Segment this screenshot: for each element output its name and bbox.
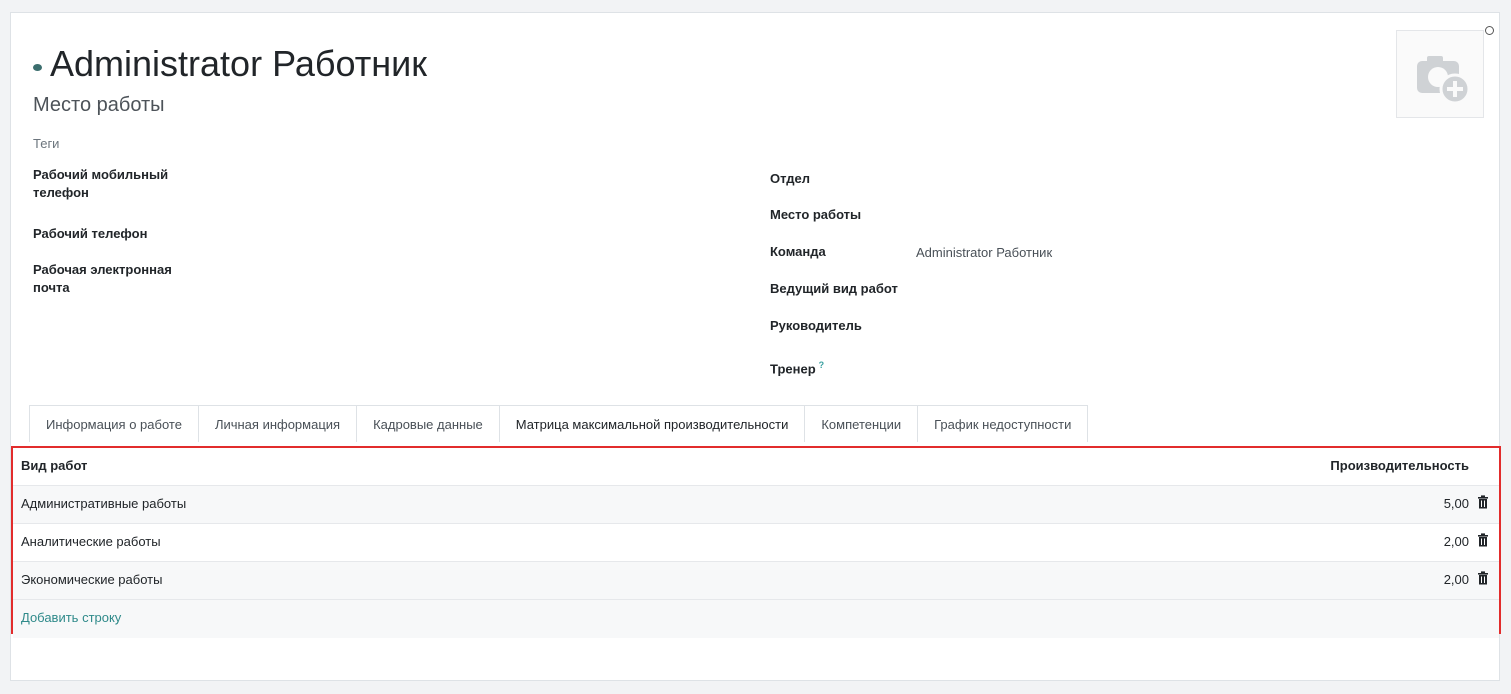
productivity-matrix-table: Вид работ Производительность Администрат… [11,446,1501,638]
productivity-cell[interactable]: 2,00 [1444,572,1469,587]
tab-hr-settings[interactable]: Кадровые данные [356,405,500,442]
trash-icon[interactable] [1477,533,1489,547]
tab-skills[interactable]: Компетенции [804,405,919,442]
lead-work-type-label: Ведущий вид работ [770,281,898,296]
team-value[interactable]: Administrator Работник [916,244,1052,262]
column-header-work-type[interactable]: Вид работ [21,458,87,473]
work-email-label-line2: почта [33,280,70,295]
work-mobile-label: Рабочий мобильный телефон [33,166,168,202]
department-label: Отдел [770,171,811,186]
tab-private-information[interactable]: Личная информация [197,405,358,442]
work-type-cell[interactable]: Экономические работы [21,572,162,587]
tab-unavailability-schedule[interactable]: График недоступности [917,405,1089,442]
employee-form-sheet: Administrator Работник Место работы Теги… [10,12,1501,681]
work-mobile-label-line1: Рабочий мобильный [33,167,169,182]
avatar-upload[interactable] [1396,30,1484,118]
title-row: Administrator Работник [33,43,427,85]
coach-label-text: Тренер [770,361,816,377]
coach-label: Тренер? [770,356,824,378]
productivity-cell[interactable]: 2,00 [1444,534,1469,549]
work-email-label: Рабочая электронная почта [33,261,172,297]
table-row[interactable]: Экономические работы 2,00 [13,562,1499,600]
tab-work-information[interactable]: Информация о работе [29,405,199,442]
help-tooltip-icon[interactable]: ? [819,360,825,370]
work-mobile-label-line2: телефон [33,185,89,200]
work-type-cell[interactable]: Административные работы [21,496,186,511]
add-line-row: Добавить строку [13,600,1499,638]
trash-icon[interactable] [1477,571,1489,585]
column-header-productivity[interactable]: Производительность [1330,458,1469,473]
work-email-label-line1: Рабочая электронная [33,262,172,277]
table-row[interactable]: Аналитические работы 2,00 [13,524,1499,562]
team-label: Команда [770,244,826,259]
status-dot-icon[interactable] [33,63,42,71]
presence-status-icon [1485,26,1494,35]
tags-input[interactable]: Теги [33,136,59,151]
notebook-tabs: Информация о работе Личная информация Ка… [29,405,1089,442]
tab-productivity-matrix[interactable]: Матрица максимальной производительности [498,405,806,442]
work-location-label: Место работы [770,207,862,222]
table-header-row: Вид работ Производительность [13,448,1499,486]
employee-name[interactable]: Administrator Работник [50,43,427,85]
add-line-link[interactable]: Добавить строку [21,610,121,625]
table-row[interactable]: Административные работы 5,00 [13,486,1499,524]
manager-label: Руководитель [770,318,862,333]
work-phone-label: Рабочий телефон [33,226,148,241]
productivity-cell[interactable]: 5,00 [1444,496,1469,511]
work-type-cell[interactable]: Аналитические работы [21,534,161,549]
trash-icon[interactable] [1477,495,1489,509]
job-title-input[interactable]: Место работы [33,94,165,117]
camera-plus-icon [1417,56,1471,105]
